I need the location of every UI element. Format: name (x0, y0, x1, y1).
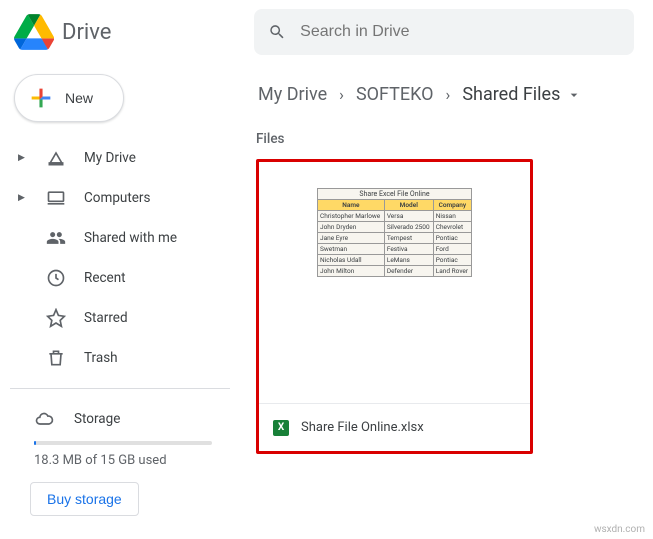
file-card[interactable]: Share Excel File Online NameModelCompany… (256, 159, 533, 454)
nav-label: Computers (84, 190, 150, 206)
nav-item-storage[interactable]: Storage (10, 399, 230, 439)
search-input[interactable] (300, 23, 620, 41)
breadcrumb-mydrive[interactable]: My Drive (256, 80, 329, 109)
nav-list: ▶ My Drive ▶ Computers Shared with me Re… (10, 138, 230, 378)
mydrive-icon (46, 148, 66, 168)
search-box[interactable] (254, 9, 634, 55)
chevron-right-icon: › (339, 85, 344, 104)
excel-icon: X (273, 420, 289, 436)
caret-icon: ▶ (18, 193, 28, 203)
nav-label: Trash (84, 350, 118, 366)
dropdown-icon (566, 87, 582, 103)
brand-text: Drive (62, 20, 111, 45)
buy-storage-button[interactable]: Buy storage (30, 482, 139, 516)
main-content: My Drive › SOFTEKO › Shared Files Files … (240, 64, 653, 539)
nav-label: My Drive (84, 150, 136, 166)
nav-item-starred[interactable]: Starred (10, 298, 230, 338)
breadcrumb-current[interactable]: Shared Files (460, 80, 584, 109)
nav-item-trash[interactable]: Trash (10, 338, 230, 378)
shared-icon (46, 228, 66, 248)
caret-icon: ▶ (18, 153, 28, 163)
trash-icon (46, 348, 66, 368)
breadcrumb: My Drive › SOFTEKO › Shared Files (256, 80, 643, 109)
section-label: Files (256, 131, 643, 147)
cloud-icon (34, 409, 54, 429)
drive-logo-icon (14, 12, 54, 52)
computers-icon (46, 188, 66, 208)
divider (10, 388, 230, 389)
sidebar: New ▶ My Drive ▶ Computers Shared with m… (0, 64, 240, 539)
chevron-right-icon: › (446, 85, 451, 104)
nav-label: Starred (84, 310, 128, 326)
header: Drive (0, 0, 653, 64)
star-icon (46, 308, 66, 328)
storage-usage: 18.3 MB of 15 GB used (10, 453, 230, 468)
breadcrumb-softeko[interactable]: SOFTEKO (354, 80, 436, 109)
new-button[interactable]: New (14, 74, 124, 122)
recent-icon (46, 268, 66, 288)
nav-label: Shared with me (84, 230, 177, 246)
logo-area[interactable]: Drive (14, 12, 254, 52)
storage-bar (34, 441, 212, 445)
file-name: Share File Online.xlsx (301, 420, 424, 435)
nav-item-mydrive[interactable]: ▶ My Drive (10, 138, 230, 178)
nav-item-recent[interactable]: Recent (10, 258, 230, 298)
nav-item-computers[interactable]: ▶ Computers (10, 178, 230, 218)
plus-icon (27, 84, 55, 112)
file-thumbnail: Share Excel File Online NameModelCompany… (259, 162, 530, 403)
nav-label: Recent (84, 270, 126, 286)
nav-item-shared[interactable]: Shared with me (10, 218, 230, 258)
search-icon (268, 22, 286, 42)
new-button-label: New (65, 90, 93, 106)
file-footer: X Share File Online.xlsx (259, 403, 530, 451)
thumbnail-sheet: Share Excel File Online NameModelCompany… (317, 188, 472, 277)
storage-label: Storage (74, 411, 120, 427)
watermark: wsxdn.com (594, 524, 645, 535)
